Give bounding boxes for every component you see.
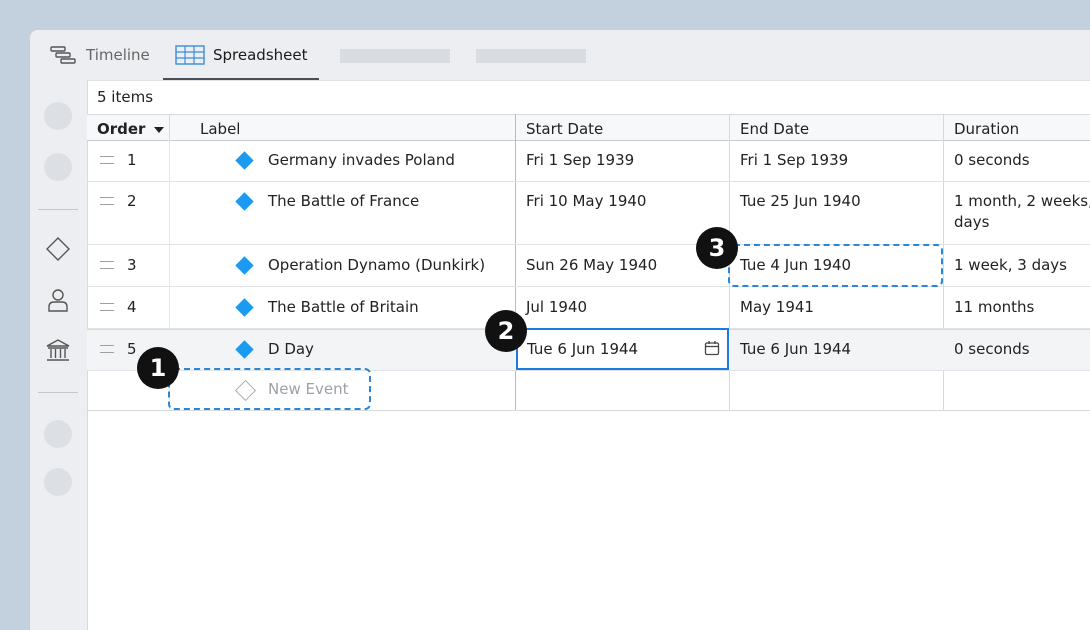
active-tab-indicator (163, 78, 319, 80)
app-window: Timeline Spreadsheet 5 items Order Label… (30, 30, 1090, 630)
row-label[interactable]: The Battle of France (268, 192, 419, 210)
row-duration[interactable]: 0 seconds (954, 151, 1030, 169)
column-header-end-date[interactable]: End Date (740, 120, 809, 138)
table-row[interactable]: 2 The Battle of France Fri 10 May 1940 T… (87, 182, 1090, 245)
column-header-start-date[interactable]: Start Date (526, 120, 603, 138)
drag-handle-icon[interactable] (100, 156, 114, 164)
tab-timeline[interactable]: Timeline (50, 30, 150, 80)
row-start-date[interactable]: Fri 10 May 1940 (526, 192, 646, 210)
drag-handle-icon[interactable] (100, 345, 114, 353)
sidebar-divider-2 (38, 392, 78, 393)
row-label[interactable]: The Battle of Britain (268, 298, 419, 316)
callout-badge-3: 3 (696, 227, 738, 269)
row-label[interactable]: D Day (268, 340, 314, 358)
column-header-label[interactable]: Label (200, 120, 240, 138)
tab-timeline-label: Timeline (86, 46, 150, 64)
calendar-icon[interactable] (704, 340, 720, 356)
column-header-order-label: Order (97, 120, 146, 138)
callout-badge-2: 2 (485, 310, 527, 352)
milestone-icon (235, 151, 254, 170)
row-start-date[interactable]: Jul 1940 (526, 298, 587, 316)
drag-handle-icon[interactable] (100, 197, 114, 205)
sidebar (30, 80, 88, 630)
spreadsheet-icon (175, 45, 205, 65)
sidebar-placeholder-2[interactable] (44, 153, 72, 181)
sort-down-icon[interactable] (153, 126, 164, 134)
header-row: Order Label Start Date End Date Duration (87, 114, 1090, 141)
drag-handle-icon[interactable] (100, 303, 114, 311)
start-date-editor[interactable]: Tue 6 Jun 1944 (516, 328, 729, 370)
col-divider-order (169, 114, 170, 140)
person-icon[interactable] (44, 286, 72, 314)
timeline-icon (50, 46, 76, 64)
row-order: 3 (127, 256, 137, 274)
row-order: 5 (127, 340, 137, 358)
callout-new-event-box (168, 368, 371, 410)
row-start-date[interactable]: Sun 26 May 1940 (526, 256, 657, 274)
row-duration-wrap: days (954, 213, 990, 231)
table-row[interactable]: 1 Germany invades Poland Fri 1 Sep 1939 … (87, 140, 1090, 182)
tab-bar: Timeline Spreadsheet (30, 30, 1090, 81)
row-start-date[interactable]: Fri 1 Sep 1939 (526, 151, 634, 169)
tab-spreadsheet-label: Spreadsheet (213, 46, 308, 64)
row-label[interactable]: Germany invades Poland (268, 151, 455, 169)
milestone-icon (235, 256, 254, 275)
drag-handle-icon[interactable] (100, 261, 114, 269)
table-row[interactable]: 4 The Battle of Britain Jul 1940 May 194… (87, 287, 1090, 329)
milestone-icon (235, 340, 254, 359)
sidebar-placeholder-1[interactable] (44, 102, 72, 130)
sidebar-divider (38, 209, 78, 210)
column-header-order[interactable]: Order (97, 120, 164, 138)
row-order: 2 (127, 192, 137, 210)
callout-badge-1: 1 (137, 347, 179, 389)
start-date-editor-value[interactable]: Tue 6 Jun 1944 (527, 340, 638, 358)
row-end-date[interactable]: May 1941 (740, 298, 814, 316)
row-order: 4 (127, 298, 137, 316)
milestone-icon (235, 192, 254, 211)
row-end-date[interactable]: Tue 6 Jun 1944 (740, 340, 851, 358)
row-label[interactable]: Operation Dynamo (Dunkirk) (268, 256, 485, 274)
row-duration[interactable]: 0 seconds (954, 340, 1030, 358)
milestone-icon[interactable] (44, 235, 72, 263)
tab-spreadsheet[interactable]: Spreadsheet (175, 30, 307, 80)
tab-placeholder-1 (340, 49, 450, 63)
sidebar-placeholder-3[interactable] (44, 420, 72, 448)
tab-placeholder-2 (476, 49, 586, 63)
row-order: 1 (127, 151, 137, 169)
sidebar-placeholder-4[interactable] (44, 468, 72, 496)
row-duration[interactable]: 11 months (954, 298, 1034, 316)
milestone-icon (235, 298, 254, 317)
bank-icon[interactable] (44, 337, 72, 365)
row-duration[interactable]: 1 month, 2 weeks, (954, 192, 1090, 210)
row-end-date[interactable]: Tue 25 Jun 1940 (740, 192, 861, 210)
row-duration[interactable]: 1 week, 3 days (954, 256, 1067, 274)
items-count: 5 items (97, 88, 154, 106)
row-end-date[interactable]: Fri 1 Sep 1939 (740, 151, 848, 169)
column-header-duration[interactable]: Duration (954, 120, 1019, 138)
callout-end-date-box (728, 244, 943, 287)
